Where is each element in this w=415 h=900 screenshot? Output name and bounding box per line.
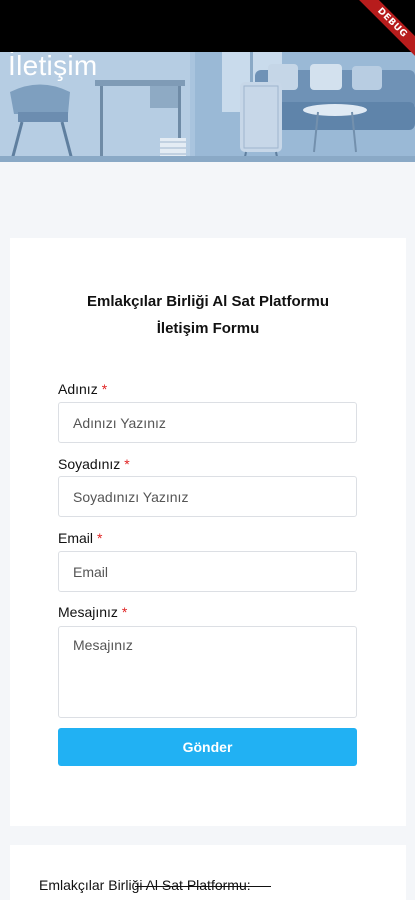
required-mark: * [101,381,108,397]
message-label: Mesajınız * [58,604,127,620]
email-label-text: Email [58,530,94,546]
email-label: Email * [58,530,102,546]
name-label-text: Adınız [58,381,98,397]
name-input[interactable] [58,402,357,443]
required-mark: * [97,530,103,546]
contact-form-card: Emlakçılar Birliği Al Sat Platformu İlet… [10,238,406,826]
info-title: Emlakçılar Birliği Al Sat Platformu: [39,877,271,893]
surname-label: Soyadınız * [58,456,130,472]
submit-button[interactable]: Gönder [58,728,357,766]
form-title: Emlakçılar Birliği Al Sat Platformu [86,293,329,310]
surname-input[interactable] [58,476,357,517]
info-card: Emlakçılar Birliği Al Sat Platformu: [10,845,406,900]
required-mark: * [124,456,130,472]
email-input[interactable] [58,551,357,592]
name-label: Adınız * [58,381,107,397]
debug-banner-label: DEBUG [355,0,415,60]
surname-label-text: Soyadınız [58,456,121,472]
message-textarea[interactable] [58,626,357,718]
form-subtitle: İletişim Formu [156,320,260,337]
page-title: İletişim [8,52,98,81]
required-mark: * [121,604,128,620]
debug-banner: DEBUG [345,0,415,70]
message-label-text: Mesajınız [58,604,118,620]
